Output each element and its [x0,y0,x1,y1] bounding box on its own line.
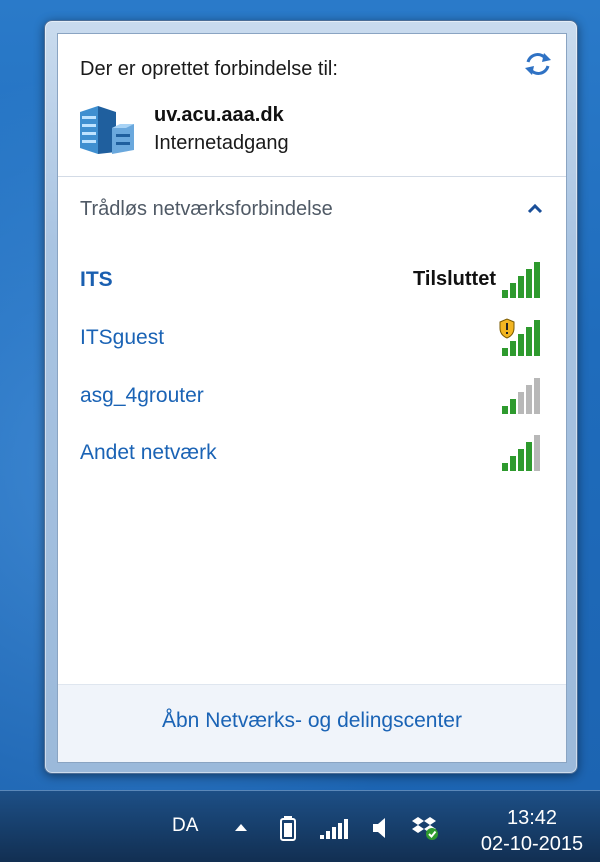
taskbar: DA 13:42 02-10-2015 [0,790,600,862]
language-indicator[interactable]: DA [172,815,198,837]
dropbox-icon[interactable] [410,815,440,841]
signal-strength-icon [499,318,540,356]
connection-status: Tilsluttet [413,268,496,290]
connected-to-label: Der er oprettet forbindelse til: [80,58,338,80]
signal-strength-icon [502,435,540,471]
chevron-up-icon[interactable] [524,198,546,220]
network-domain-icon [80,106,134,154]
clock-date: 02-10-2015 [480,833,584,855]
footer: Åbn Netværks- og delingscenter [58,684,566,762]
refresh-icon[interactable] [522,50,554,78]
security-shield-icon [499,318,515,339]
network-name: ITS [80,268,113,291]
open-network-center-link[interactable]: Åbn Netværks- og delingscenter [58,709,566,733]
network-panel: Der er oprettet forbindelse til: uv.acu.… [57,33,567,763]
section-divider [58,176,566,177]
wireless-group-title: Trådløs netværksforbindelse [80,198,333,220]
network-item[interactable]: ITS Tilsluttet [66,256,560,304]
volume-icon[interactable] [370,815,390,841]
battery-icon[interactable] [278,815,298,841]
connection-access: Internetadgang [154,132,289,154]
signal-strength-icon [502,262,540,298]
network-item[interactable]: asg_4grouter [66,372,560,420]
signal-strength-icon [502,378,540,414]
network-name: ITSguest [80,326,165,349]
clock[interactable]: 13:42 02-10-2015 [472,805,592,857]
network-item[interactable]: Andet netværk [66,429,560,477]
show-hidden-icons-icon[interactable] [232,815,250,841]
network-flyout: Der er oprettet forbindelse til: uv.acu.… [44,20,578,774]
network-item[interactable]: ITSguest [66,314,560,362]
network-name: Andet netværk [80,441,217,464]
connection-name: uv.acu.aaa.dk [154,104,284,126]
clock-time: 13:42 [506,807,558,829]
network-name: asg_4grouter [80,384,204,407]
network-signal-icon[interactable] [318,815,350,841]
current-connection-section: Der er oprettet forbindelse til: uv.acu.… [58,34,566,176]
